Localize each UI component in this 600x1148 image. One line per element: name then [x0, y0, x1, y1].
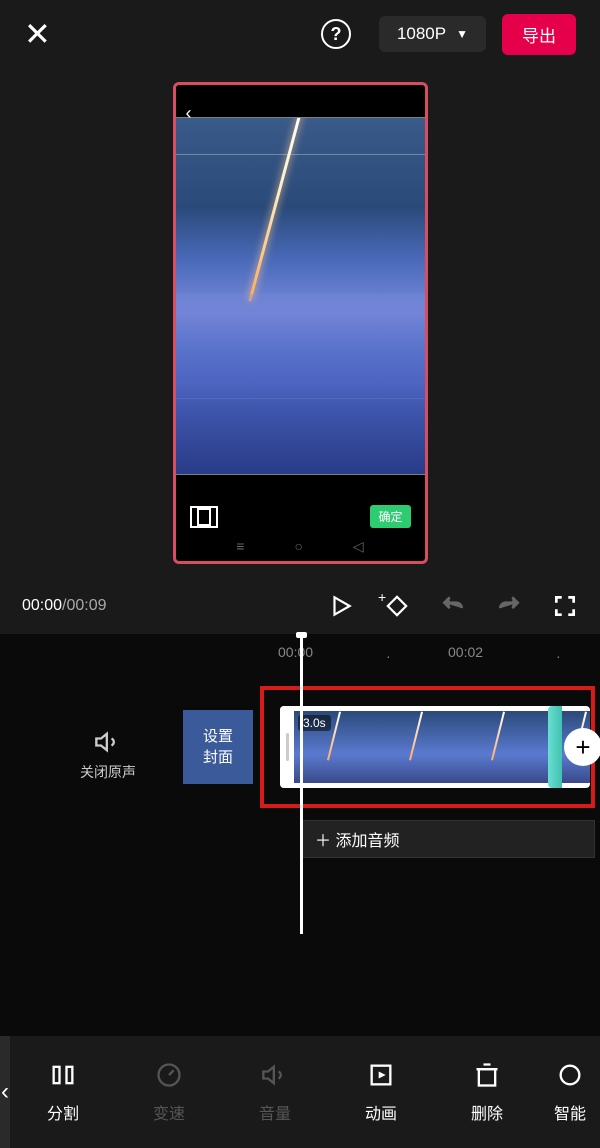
volume-icon — [261, 1060, 289, 1090]
top-bar: ✕ ? 1080P ▼ 导出 — [0, 0, 600, 68]
tool-split[interactable]: 分割 — [10, 1036, 116, 1148]
tool-animation[interactable]: 动画 — [328, 1036, 434, 1148]
set-cover-tile[interactable]: 设置 封面 — [183, 710, 253, 784]
keyframe-button[interactable]: + — [384, 593, 410, 619]
next-clip-edge[interactable] — [548, 706, 562, 788]
mute-audio-button[interactable]: 关闭原声 — [80, 728, 136, 782]
play-button[interactable] — [328, 593, 354, 619]
smart-icon — [556, 1060, 584, 1090]
timeline-area: 00:00 · 00:02 · 关闭原声 设置 封面 3.0s — [0, 634, 600, 950]
add-clip-button[interactable]: + — [564, 728, 600, 766]
tool-delete[interactable]: 删除 — [434, 1036, 540, 1148]
back-icon[interactable]: ‹ — [186, 103, 192, 124]
playback-bar: 00:00/00:09 + — [0, 578, 600, 634]
redo-button[interactable] — [496, 593, 522, 619]
tool-smart[interactable]: 智能 — [540, 1036, 600, 1148]
delete-icon — [473, 1060, 501, 1090]
video-preview — [176, 117, 425, 475]
clip-handle-left[interactable] — [280, 706, 294, 788]
playhead[interactable] — [300, 634, 303, 934]
android-nav: ≡○◁ — [176, 538, 425, 561]
close-button[interactable]: ✕ — [24, 15, 51, 53]
clip-thumbnail: 3.0s — [294, 711, 376, 783]
help-icon[interactable]: ? — [321, 19, 351, 49]
undo-button[interactable] — [440, 593, 466, 619]
add-audio-button[interactable]: ＋ 添加音频 — [300, 820, 595, 858]
export-button[interactable]: 导出 — [502, 14, 576, 55]
crop-icon[interactable] — [190, 506, 218, 528]
speed-icon — [155, 1060, 183, 1090]
split-icon — [49, 1060, 77, 1090]
clip-thumbnail — [458, 711, 540, 783]
toolbar-back-button[interactable]: ‹ — [0, 1036, 10, 1148]
confirm-button[interactable]: 确定 — [370, 505, 410, 528]
preview-area: ‹ 确定 ≡○◁ — [0, 68, 600, 578]
tool-speed[interactable]: 变速 — [116, 1036, 222, 1148]
animation-icon — [367, 1060, 395, 1090]
tool-volume[interactable]: 音量 — [222, 1036, 328, 1148]
chevron-down-icon: ▼ — [456, 27, 468, 41]
time-display: 00:00/00:09 — [22, 597, 107, 615]
phone-frame[interactable]: ‹ 确定 ≡○◁ — [173, 82, 428, 564]
bottom-toolbar: ‹ 分割 变速 音量 动画 — [0, 1036, 600, 1148]
video-clip[interactable]: 3.0s — [280, 706, 590, 788]
clip-thumbnail — [376, 711, 458, 783]
resolution-label: 1080P — [397, 24, 446, 44]
fullscreen-button[interactable] — [552, 593, 578, 619]
resolution-button[interactable]: 1080P ▼ — [379, 16, 486, 52]
